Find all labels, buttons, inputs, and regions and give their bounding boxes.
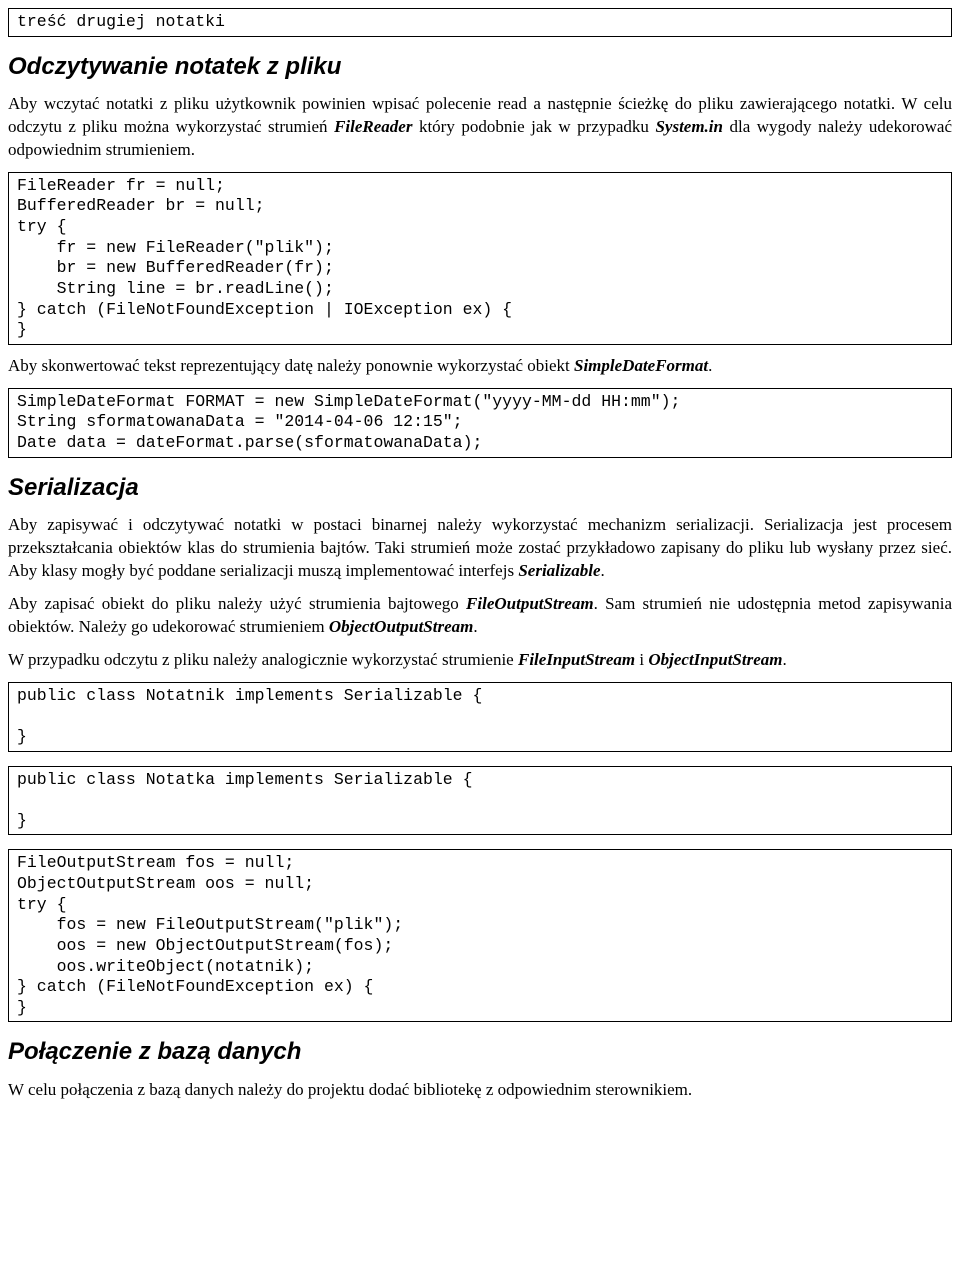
paragraph-date-convert: Aby skonwertować tekst reprezentujący da… <box>8 355 952 378</box>
paragraph-read-notes: Aby wczytać notatki z pliku użytkownik p… <box>8 93 952 162</box>
text: W przypadku odczytu z pliku należy analo… <box>8 650 518 669</box>
class-simpledateformat: SimpleDateFormat <box>574 356 708 375</box>
text: Aby zapisywać i odczytywać notatki w pos… <box>8 515 952 580</box>
class-objectinputstream: ObjectInputStream <box>648 650 782 669</box>
text: . <box>601 561 605 580</box>
code-block-filereader: FileReader fr = null; BufferedReader br … <box>8 172 952 345</box>
class-fileinputstream: FileInputStream <box>518 650 635 669</box>
text: . <box>708 356 712 375</box>
code-block-1: treść drugiej notatki <box>8 8 952 37</box>
class-fileoutputstream: FileOutputStream <box>466 594 594 613</box>
code-block-simpledateformat: SimpleDateFormat FORMAT = new SimpleDate… <box>8 388 952 458</box>
section-heading-database: Połączenie z bazą danych <box>8 1036 952 1068</box>
class-filereader: FileReader <box>334 117 412 136</box>
text: i <box>635 650 648 669</box>
code-block-notatka-class: public class Notatka implements Serializ… <box>8 766 952 836</box>
paragraph-serialization-intro: Aby zapisywać i odczytywać notatki w pos… <box>8 514 952 583</box>
text: Aby skonwertować tekst reprezentujący da… <box>8 356 574 375</box>
code-block-notatnik-class: public class Notatnik implements Seriali… <box>8 682 952 752</box>
section-heading-serialization: Serializacja <box>8 472 952 504</box>
paragraph-fileinputstream: W przypadku odczytu z pliku należy analo… <box>8 649 952 672</box>
text: . <box>473 617 477 636</box>
text: Aby zapisać obiekt do pliku należy użyć … <box>8 594 466 613</box>
class-serializable: Serializable <box>518 561 600 580</box>
paragraph-fileoutputstream: Aby zapisać obiekt do pliku należy użyć … <box>8 593 952 639</box>
paragraph-database: W celu połączenia z bazą danych należy d… <box>8 1079 952 1102</box>
code-block-fileoutputstream-example: FileOutputStream fos = null; ObjectOutpu… <box>8 849 952 1022</box>
class-objectoutputstream: ObjectOutputStream <box>329 617 474 636</box>
section-heading-read-notes: Odczytywanie notatek z pliku <box>8 51 952 83</box>
class-system-in: System.in <box>655 117 723 136</box>
text: . <box>782 650 786 669</box>
text: który podobnie jak w przypadku <box>412 117 655 136</box>
